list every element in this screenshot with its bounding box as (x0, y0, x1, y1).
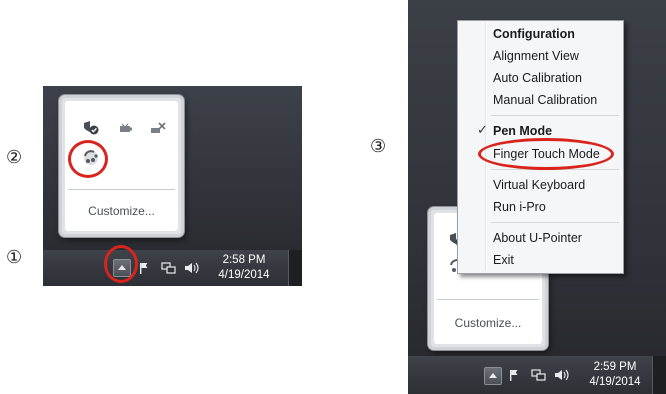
menu-item-manual-calibration[interactable]: Manual Calibration (493, 93, 597, 107)
menu-item-auto-calibration[interactable]: Auto Calibration (493, 71, 582, 85)
battery-icon[interactable] (117, 119, 135, 137)
menu-item-configuration[interactable]: Configuration (493, 27, 575, 41)
step-number-2: ② (6, 147, 23, 168)
checkmark-icon: ✓ (477, 123, 488, 138)
taskbar: 2:58 PM 4/19/2014 (43, 250, 302, 286)
show-desktop-button[interactable] (288, 250, 302, 286)
flyout-divider (68, 189, 175, 190)
clock-time: 2:59 PM (593, 361, 637, 373)
menu-item-virtual-keyboard[interactable]: Virtual Keyboard (493, 178, 585, 192)
show-desktop-button[interactable] (652, 356, 666, 394)
left-screenshot-panel: Customize... 2:58 PM 4/19/2014 (43, 86, 302, 286)
step-number-1: ① (6, 247, 23, 268)
menu-separator (491, 222, 619, 223)
volume-icon[interactable] (184, 261, 200, 275)
shield-icon[interactable] (82, 119, 100, 137)
network-icon[interactable] (161, 261, 177, 275)
flyout-divider (437, 299, 539, 300)
menu-item-run-i-pro[interactable]: Run i-Pro (493, 200, 546, 214)
network-icon[interactable] (531, 368, 547, 382)
volume-icon[interactable] (554, 368, 570, 382)
highlight-ring-show-hidden-button (104, 245, 138, 283)
menu-item-exit[interactable]: Exit (493, 253, 514, 267)
clock-date: 4/19/2014 (218, 269, 270, 281)
clock-time: 2:58 PM (222, 254, 266, 266)
menu-item-about-u-pointer[interactable]: About U-Pointer (493, 231, 582, 245)
step-number-3: ③ (370, 136, 387, 157)
highlight-ring-u-pointer-icon (68, 140, 108, 178)
action-center-flag-icon[interactable] (139, 262, 153, 274)
menu-separator (491, 115, 619, 116)
clock-date: 4/19/2014 (589, 376, 641, 388)
action-center-flag-icon[interactable] (509, 369, 523, 381)
system-clock[interactable]: 2:58 PM 4/19/2014 (213, 253, 275, 283)
menu-item-pen-mode[interactable]: Pen Mode (493, 124, 552, 138)
customize-link[interactable]: Customize... (434, 316, 542, 330)
highlight-ring-finger-touch-mode (478, 138, 614, 170)
disconnected-network-icon[interactable] (149, 119, 167, 137)
system-clock[interactable]: 2:59 PM 4/19/2014 (584, 360, 646, 390)
menu-item-alignment-view[interactable]: Alignment View (493, 49, 579, 63)
show-hidden-icons-button[interactable] (484, 367, 502, 385)
taskbar: 2:59 PM 4/19/2014 (408, 356, 666, 394)
customize-link[interactable]: Customize... (65, 204, 178, 218)
